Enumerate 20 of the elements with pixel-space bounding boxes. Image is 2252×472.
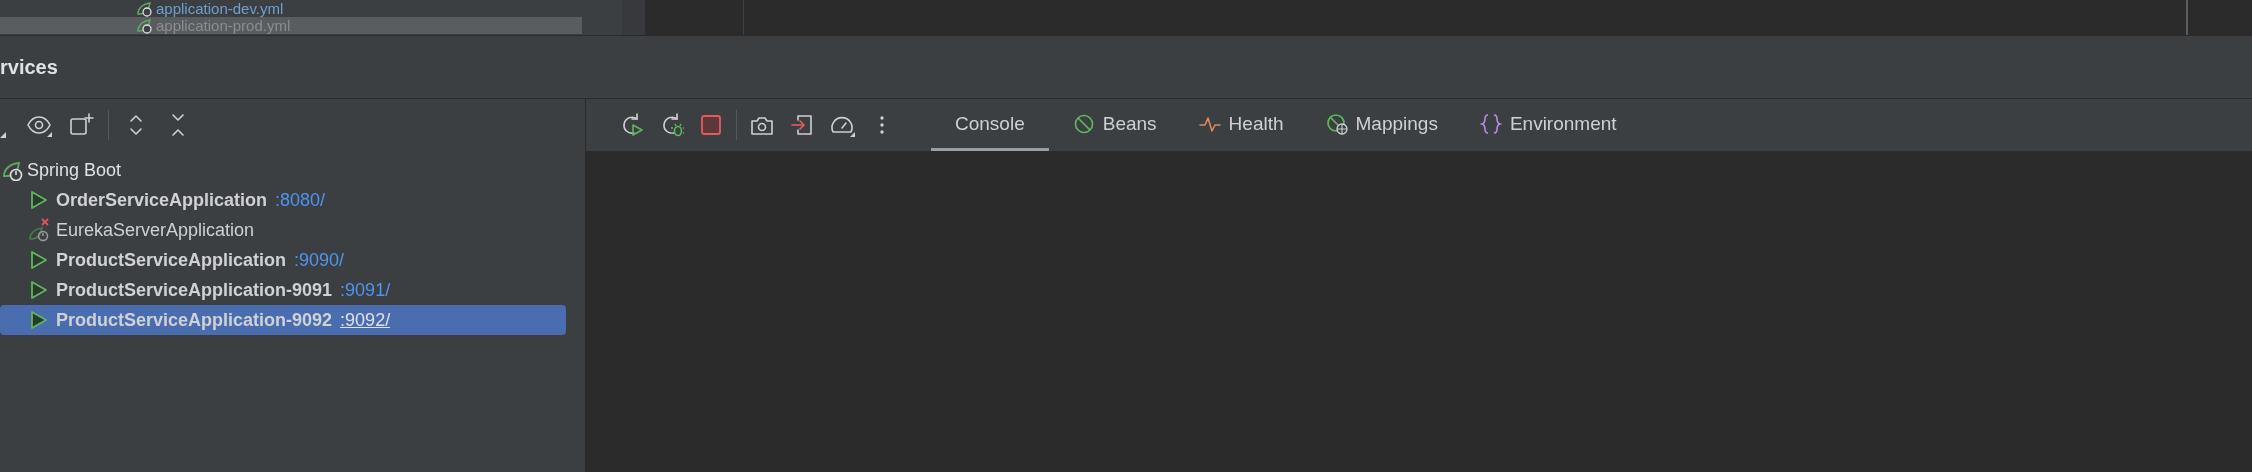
service-row[interactable]: EurekaServerApplication [0,215,566,245]
file-row[interactable]: application-dev.yml [0,0,582,17]
braces-icon [1479,112,1502,135]
tab[interactable]: Environment [1461,99,1635,151]
tree-node[interactable]: Spring Boot [0,155,585,185]
spring-leaf-error-icon [26,218,52,242]
tab[interactable]: Beans [1054,99,1175,151]
tab[interactable]: Health [1180,99,1302,151]
service-row[interactable]: ProductServiceApplication :9090/ [0,245,566,275]
panel-title: rvices [0,55,58,79]
service-row[interactable]: ProductServiceApplication-9092 :9092/ [0,305,566,335]
no-sign-icon [1072,112,1095,135]
port-link[interactable]: :9091/ [340,279,391,301]
service-row[interactable]: OrderServiceApplication :8080/ [0,185,566,215]
port-link[interactable]: :9092/ [340,309,391,331]
tab[interactable]: Mappings [1307,99,1456,151]
globe-leaf-icon [1325,112,1348,135]
port-link[interactable]: :8080/ [275,189,326,211]
port-link[interactable]: :9090/ [294,249,345,271]
service-row[interactable]: ProductServiceApplication-9091 :9091/ [0,275,566,305]
